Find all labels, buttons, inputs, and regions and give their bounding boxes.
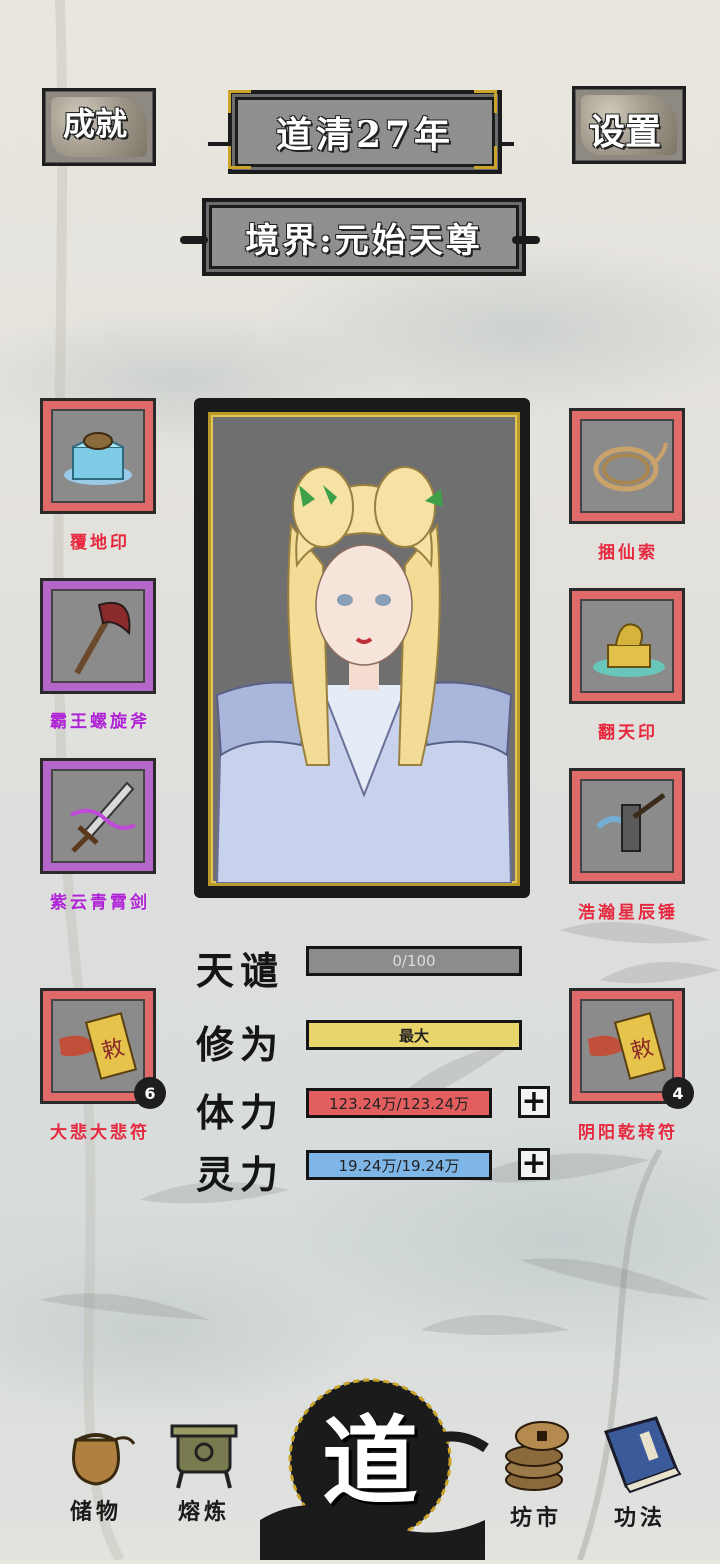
spirit-bar: 19.24万/19.24万 [306, 1150, 492, 1180]
coins-icon [505, 1421, 569, 1491]
seal-treasure-icon [64, 432, 132, 485]
plaque-end [512, 236, 540, 244]
dragon-seal-icon [593, 623, 665, 677]
year-title: 道清27年 [228, 90, 502, 174]
slot-label: 阴阳乾转符 [578, 1123, 678, 1143]
dao-glyph: 道 [322, 1405, 418, 1518]
realm-plaque: 境界:元始天尊 [202, 198, 526, 276]
stamina-value: 123.24万/123.24万 [328, 1094, 470, 1113]
year-title-text: 道清27年 [275, 114, 455, 156]
item-count-badge: 6 [134, 1077, 166, 1109]
equip-slot-left-3[interactable] [40, 758, 156, 874]
nav-storage-label: 储物 [69, 1499, 122, 1525]
tribulation-value: 0/100 [392, 952, 436, 970]
add-stamina-button[interactable]: + [518, 1086, 550, 1118]
nav-smelting-label: 熔炼 [177, 1499, 230, 1525]
spirit-label: 灵力 [196, 1152, 285, 1197]
equip-slot-right-2[interactable] [569, 588, 685, 704]
tribulation-bar: 0/100 [306, 946, 522, 976]
cauldron-icon [170, 1424, 238, 1489]
rope-icon [593, 442, 668, 492]
character-avatar [215, 466, 513, 883]
equip-slot-left-2[interactable] [40, 578, 156, 694]
slot-label: 翻天印 [598, 723, 658, 743]
gold-corner-ornament [228, 146, 251, 169]
equip-slot-right-3[interactable] [569, 768, 685, 884]
equip-slot-right-1[interactable] [569, 408, 685, 524]
cultivation-value: 最大 [398, 1026, 429, 1045]
realm-text: 境界:元始天尊 [245, 220, 483, 261]
spirit-value: 19.24万/19.24万 [338, 1156, 460, 1175]
slot-label: 紫云青霄剑 [50, 893, 150, 913]
settings-label: 设置 [589, 111, 662, 153]
add-spirit-button[interactable]: + [518, 1148, 550, 1180]
gold-corner-ornament [228, 90, 251, 113]
nav-techniques-label: 功法 [613, 1505, 666, 1531]
slot-label: 浩瀚星辰锤 [578, 903, 678, 923]
plaque-end [180, 236, 208, 244]
nav-market-label: 坊市 [509, 1505, 562, 1531]
stamina-bar: 123.24万/123.24万 [306, 1088, 492, 1118]
talisman-scroll-icon: 敕 [588, 1012, 667, 1080]
hammer-icon [595, 792, 666, 852]
nav-market[interactable]: 坊市 [486, 1412, 586, 1532]
slot-label: 大悲大悲符 [50, 1123, 150, 1143]
achievements-button[interactable]: 成就 [42, 88, 156, 166]
item-count-badge: 4 [662, 1077, 694, 1109]
stamina-label: 体力 [196, 1090, 285, 1135]
gold-corner-ornament [474, 146, 497, 169]
equip-slot-left-1[interactable] [40, 398, 156, 514]
nav-storage[interactable]: 储物 [46, 1410, 146, 1526]
axe-icon [74, 602, 131, 675]
sword-icon [70, 781, 136, 853]
slot-label: 捆仙索 [598, 543, 658, 563]
book-icon [604, 1416, 682, 1494]
cultivation-bar: 最大 [306, 1020, 522, 1050]
settings-button[interactable]: 设置 [572, 86, 686, 164]
achievements-label: 成就 [63, 105, 128, 143]
pouch-icon [72, 1433, 136, 1486]
nav-dao-center[interactable]: 道 [250, 1370, 490, 1560]
slot-label: 覆地印 [70, 533, 130, 553]
nav-techniques[interactable]: 功法 [590, 1412, 690, 1532]
nav-smelting[interactable]: 熔炼 [154, 1412, 254, 1526]
cultivation-label: 修为 [196, 1022, 285, 1067]
tribulation-label: 天谴 [196, 948, 285, 993]
gold-corner-ornament [474, 90, 497, 113]
talisman-scroll-icon: 敕 [59, 1012, 138, 1080]
slot-label: 霸王螺旋斧 [50, 712, 150, 732]
character-portrait-frame[interactable] [194, 398, 530, 898]
